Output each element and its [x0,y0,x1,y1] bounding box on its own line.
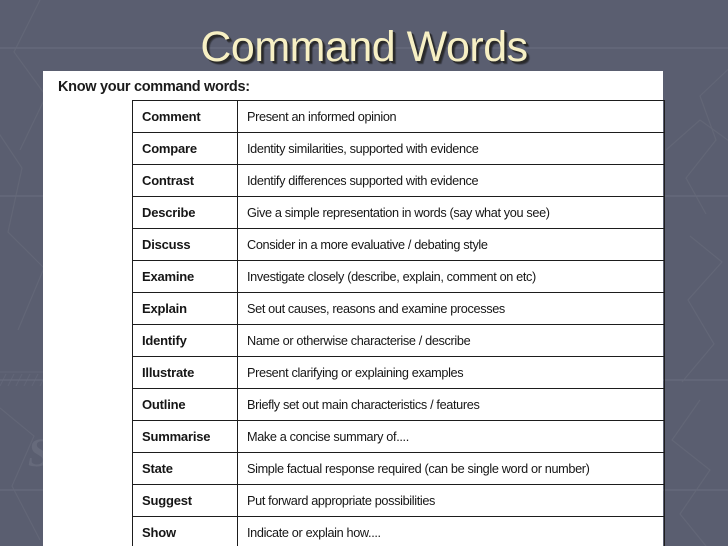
table-row: Identify Name or otherwise characterise … [132,324,665,357]
table-cell-term: Show [132,516,238,546]
table-cell-term: Explain [132,292,238,325]
table-row: Illustrate Present clarifying or explain… [132,356,665,389]
table-cell-definition: Set out causes, reasons and examine proc… [237,292,665,325]
table-cell-term: Identify [132,324,238,357]
table-cell-definition: Present an informed opinion [237,100,665,133]
table-row: Discuss Consider in a more evaluative / … [132,228,665,261]
table-cell-definition: Identity similarities, supported with ev… [237,132,665,165]
table-row: Summarise Make a concise summary of.... [132,420,665,453]
table-row: Examine Investigate closely (describe, e… [132,260,665,293]
table-cell-term: Suggest [132,484,238,517]
content-panel: Know your command words: Comment Present… [43,71,665,546]
table-row: Contrast Identify differences supported … [132,164,665,197]
table-cell-definition: Name or otherwise characterise / describ… [237,324,665,357]
table-cell-definition: Present clarifying or explaining example… [237,356,665,389]
table-cell-term: Examine [132,260,238,293]
table-cell-term: Describe [132,196,238,229]
table-row: Explain Set out causes, reasons and exam… [132,292,665,325]
table-cell-term: Summarise [132,420,238,453]
slide: S Command Words Know your command words:… [0,0,728,546]
table-cell-definition: Give a simple representation in words (s… [237,196,665,229]
table-row: Suggest Put forward appropriate possibil… [132,484,665,517]
table-cell-definition: Indicate or explain how.... [237,516,665,546]
page-title: Command Words [200,23,528,71]
table-row: Comment Present an informed opinion [132,100,665,133]
table-cell-term: Outline [132,388,238,421]
table-cell-term: State [132,452,238,485]
table-cell-term: Contrast [132,164,238,197]
command-words-table: Comment Present an informed opinion Comp… [132,100,665,546]
table-cell-term: Compare [132,132,238,165]
table-row: Compare Identity similarities, supported… [132,132,665,165]
table-cell-definition: Investigate closely (describe, explain, … [237,260,665,293]
table-row: State Simple factual response required (… [132,452,665,485]
table-cell-definition: Put forward appropriate possibilities [237,484,665,517]
table-row: Show Indicate or explain how.... [132,516,665,546]
table-row: Outline Briefly set out main characteris… [132,388,665,421]
table-row: Describe Give a simple representation in… [132,196,665,229]
table-body: Comment Present an informed opinion Comp… [132,100,665,546]
table-cell-term: Discuss [132,228,238,261]
table-cell-definition: Make a concise summary of.... [237,420,665,453]
table-cell-definition: Simple factual response required (can be… [237,452,665,485]
table-cell-term: Comment [132,100,238,133]
table-cell-term: Illustrate [132,356,238,389]
table-cell-definition: Identify differences supported with evid… [237,164,665,197]
panel-heading: Know your command words: [58,79,250,95]
table-cell-definition: Briefly set out main characteristics / f… [237,388,665,421]
table-cell-definition: Consider in a more evaluative / debating… [237,228,665,261]
